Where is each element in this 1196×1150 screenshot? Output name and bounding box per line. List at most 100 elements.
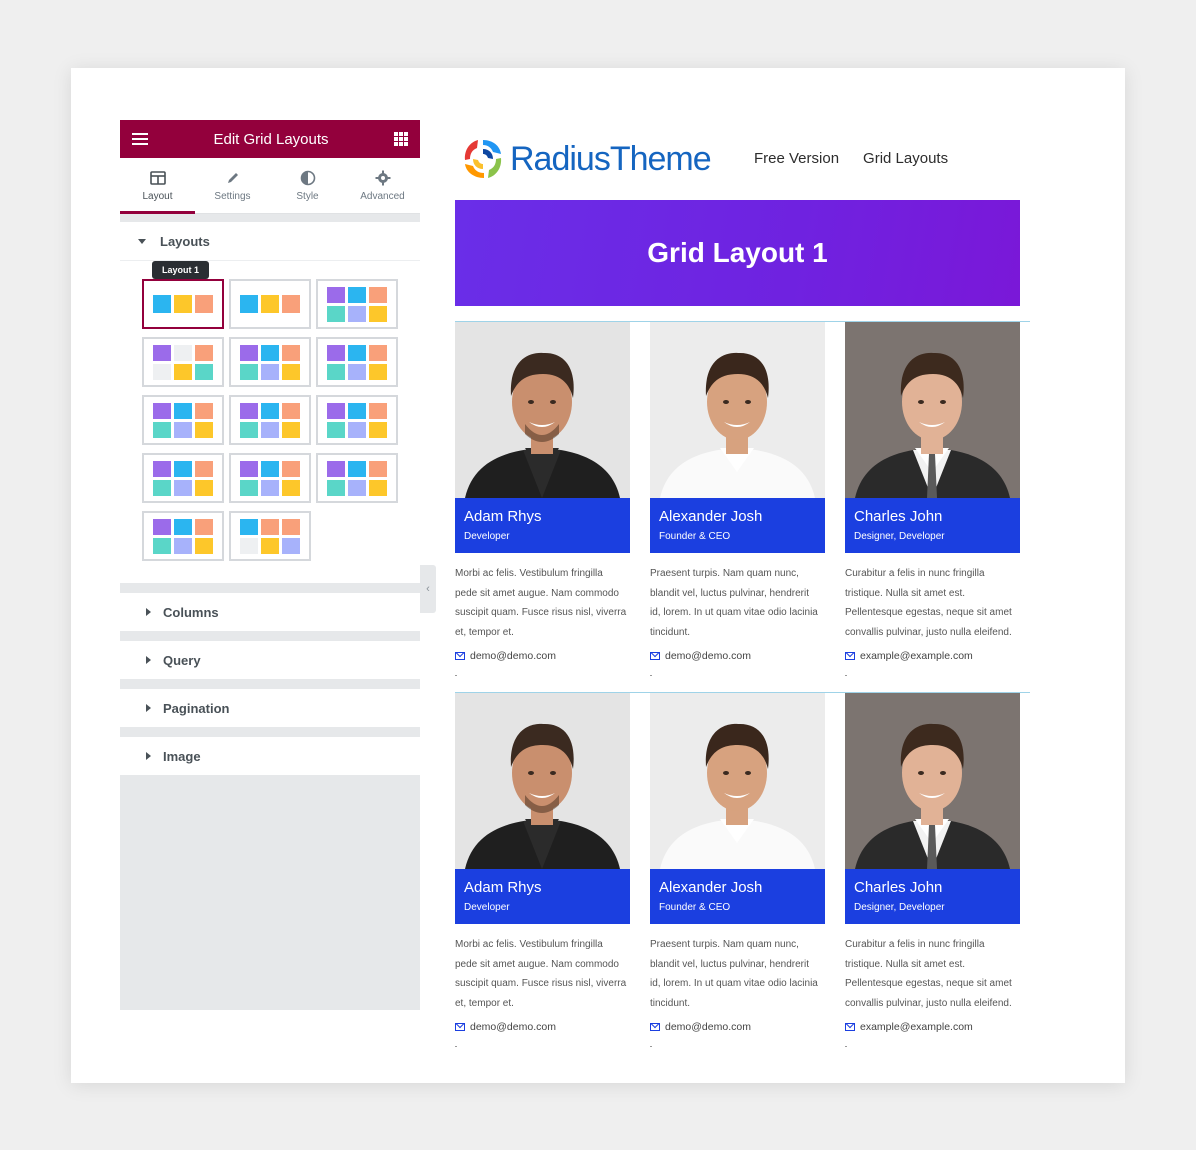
layout-preview-block (348, 421, 366, 438)
section-layouts-toggle[interactable]: Layouts (120, 222, 420, 260)
layout-thumb-3[interactable] (316, 279, 398, 329)
tab-advanced[interactable]: Advanced (345, 158, 420, 213)
layout-thumb-12[interactable] (316, 453, 398, 503)
layout-tooltip: Layout 1 (152, 261, 210, 283)
collapse-panel-button[interactable]: ‹ (420, 565, 436, 613)
layout-thumb-5[interactable] (229, 337, 311, 387)
layout-thumb-10[interactable] (142, 453, 224, 503)
member-email[interactable]: example@example.com (845, 1021, 1020, 1033)
tab-style-label: Style (296, 191, 319, 202)
editor-panel: Edit Grid Layouts Layout Settings Style (120, 120, 420, 1010)
layout-preview-block (240, 363, 258, 380)
section-pagination[interactable]: Pagination (120, 689, 420, 727)
member-name[interactable]: Adam Rhys (464, 879, 621, 896)
layout-preview-block (348, 402, 366, 419)
spacer (120, 631, 420, 641)
layout-thumb-2[interactable] (229, 279, 311, 329)
envelope-icon (845, 1023, 855, 1031)
member-photo (455, 693, 630, 869)
member-email[interactable]: demo@demo.com (455, 650, 630, 662)
member-role: Designer, Developer (854, 531, 945, 542)
caret-right-icon (146, 608, 151, 616)
layout-preview-block (195, 537, 213, 554)
member-email-text[interactable]: example@example.com (860, 650, 973, 662)
member-email[interactable]: demo@demo.com (455, 1021, 630, 1033)
section-image[interactable]: Image (120, 737, 420, 775)
section-query[interactable]: Query (120, 641, 420, 679)
layout-preview-block (174, 421, 192, 438)
member-email-text[interactable]: example@example.com (860, 1021, 973, 1033)
layout-preview (240, 460, 300, 496)
layout-preview-block (240, 295, 258, 313)
contrast-icon (300, 169, 316, 187)
layout-preview-block (240, 460, 258, 477)
tab-layout[interactable]: Layout (120, 158, 195, 214)
team-row: Adam Rhys Developer Morbi ac felis. Vestib… (455, 692, 1030, 1063)
member-name[interactable]: Charles John (854, 879, 1011, 896)
nav-grid-layouts[interactable]: Grid Layouts (863, 150, 948, 167)
nav-free-version[interactable]: Free Version (754, 150, 839, 167)
divider-dot (455, 675, 457, 676)
member-name[interactable]: Alexander Josh (659, 508, 816, 525)
layout-preview-block (240, 518, 258, 535)
layout-preview (240, 295, 300, 313)
widgets-grid-icon[interactable] (394, 132, 408, 146)
layout-preview-block (153, 460, 171, 477)
layout-preview-block (195, 460, 213, 477)
team-member-card: Adam Rhys Developer Morbi ac felis. Vestib… (455, 693, 630, 1063)
layout-thumb-6[interactable] (316, 337, 398, 387)
pencil-icon (226, 169, 240, 187)
member-bio: Curabitur a felis in nunc fringilla tris… (845, 568, 1012, 638)
member-bio: Praesent turpis. Nam quam nunc, blandit … (650, 568, 818, 638)
layout-preview-block (174, 518, 192, 535)
member-photo (845, 693, 1020, 869)
layout-thumb-1[interactable] (142, 279, 224, 329)
caret-right-icon (146, 656, 151, 664)
layout-thumb-14[interactable] (229, 511, 311, 561)
layout-thumb-7[interactable] (142, 395, 224, 445)
layout-preview-block (282, 537, 300, 554)
menu-icon[interactable] (132, 133, 148, 145)
layout-thumb-11[interactable] (229, 453, 311, 503)
member-name-box: Alexander Josh Founder & CEO (650, 869, 825, 924)
layout-preview-block (261, 344, 279, 361)
tab-layout-label: Layout (142, 191, 173, 202)
spacer (120, 679, 420, 689)
member-email-text[interactable]: demo@demo.com (470, 1021, 556, 1033)
member-email[interactable]: demo@demo.com (650, 1021, 825, 1033)
member-name-box: Alexander Josh Founder & CEO (650, 498, 825, 553)
member-email[interactable]: example@example.com (845, 650, 1020, 662)
member-email[interactable]: demo@demo.com (650, 650, 825, 662)
layout-preview-block (240, 537, 258, 554)
team-member-card: Charles John Designer, Developer Curabitur… (845, 322, 1020, 692)
layout-preview-block (153, 344, 171, 361)
layout-preview-block (261, 363, 279, 380)
layout-preview-block (282, 402, 300, 419)
tab-settings[interactable]: Settings (195, 158, 270, 213)
layout-preview-block (327, 363, 345, 380)
member-name[interactable]: Alexander Josh (659, 879, 816, 896)
member-email-text[interactable]: demo@demo.com (665, 650, 751, 662)
layout-preview-block (282, 421, 300, 438)
page-title: Grid Layout 1 (647, 237, 828, 268)
layout-thumb-8[interactable] (229, 395, 311, 445)
member-email-text[interactable]: demo@demo.com (470, 650, 556, 662)
layout-preview-block (153, 518, 171, 535)
layout-preview (153, 402, 213, 438)
thumbnail-grid (142, 279, 420, 561)
panel-header: Edit Grid Layouts (120, 120, 420, 158)
layout-thumb-4[interactable] (142, 337, 224, 387)
member-name[interactable]: Adam Rhys (464, 508, 621, 525)
radiustheme-logo[interactable]: RadiusTheme (460, 136, 712, 182)
member-bio: Curabitur a felis in nunc fringilla tris… (845, 939, 1012, 1009)
layout-preview-block (369, 286, 387, 303)
member-email-text[interactable]: demo@demo.com (665, 1021, 751, 1033)
layout-thumb-13[interactable] (142, 511, 224, 561)
member-name[interactable]: Charles John (854, 508, 1011, 525)
section-columns[interactable]: Columns (120, 593, 420, 631)
layout-preview (327, 344, 387, 380)
member-role: Designer, Developer (854, 902, 945, 913)
tab-style[interactable]: Style (270, 158, 345, 213)
layout-preview-block (240, 402, 258, 419)
layout-thumb-9[interactable] (316, 395, 398, 445)
